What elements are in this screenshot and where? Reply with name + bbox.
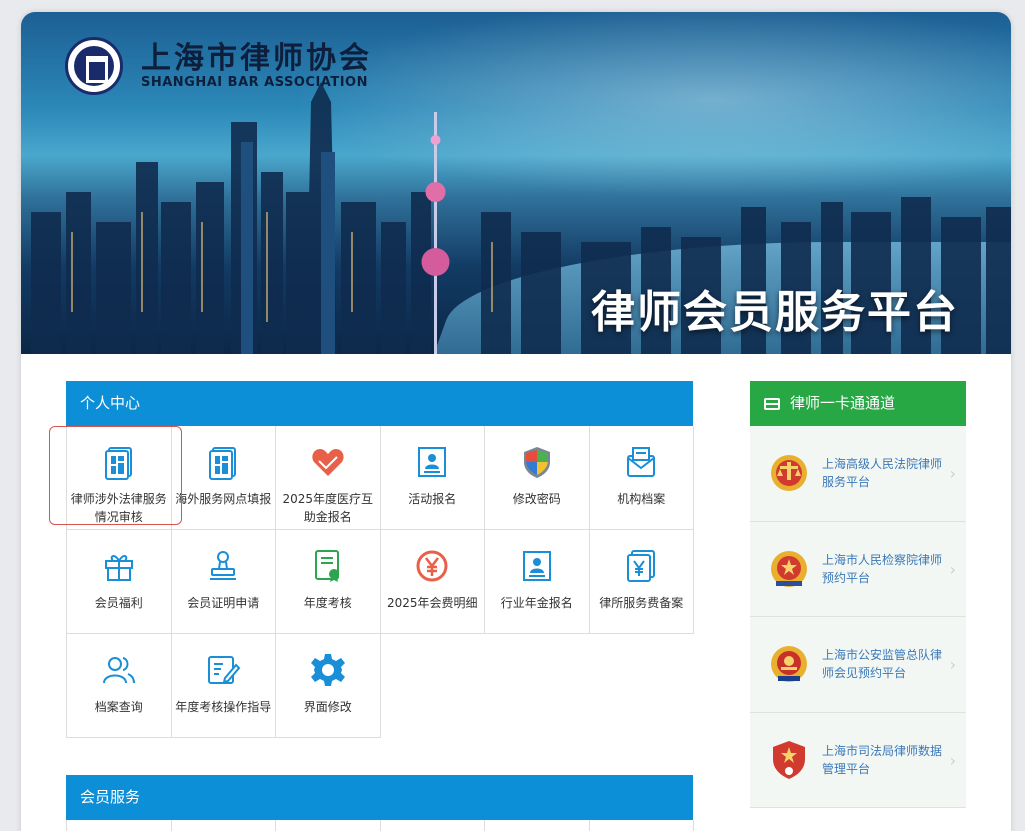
card-icon xyxy=(764,397,780,410)
lawyer-card-link[interactable]: 上海市司法局律师数据管理平台 › xyxy=(750,712,966,808)
chevron-right-icon: › xyxy=(949,655,956,675)
service-tile-label: 活动报名 xyxy=(408,492,457,506)
service-tile[interactable]: 会员证明申请 xyxy=(171,530,276,634)
service-tile[interactable]: 行业年金报名 xyxy=(485,530,590,634)
service-tile[interactable]: 2025年会费明细 xyxy=(380,530,485,634)
stamp-icon xyxy=(203,546,243,586)
bar-association-emblem-icon xyxy=(65,37,123,95)
org-name-en: SHANGHAI BAR ASSOCIATION xyxy=(141,74,368,90)
certificate-icon xyxy=(308,546,348,586)
chevron-right-icon: › xyxy=(949,559,956,579)
personal-center-section: 个人中心 律师涉外法律服务情况审核 海外服务网点填报 2025年度医疗互助金报名 活动… xyxy=(66,381,694,738)
service-tile-label: 机构档案 xyxy=(617,492,666,506)
member-services-grid xyxy=(66,820,694,831)
org-name-cn: 上海市律师协会 xyxy=(141,40,372,76)
lawyer-card-link-label: 上海市人民检察院律师预约平台 xyxy=(822,552,943,585)
service-tile[interactable]: 档案查询 xyxy=(67,634,172,738)
lawyer-card-link-label: 上海高级人民法院律师服务平台 xyxy=(822,457,943,490)
edit-note-icon xyxy=(203,650,243,690)
id-card-icon xyxy=(412,442,452,482)
service-tile-label: 2025年度医疗互助金报名 xyxy=(282,492,374,524)
service-tile-label: 行业年金报名 xyxy=(500,596,573,610)
yen-coin-icon xyxy=(412,546,452,586)
users-icon xyxy=(99,650,139,690)
procuratorate-emblem-icon xyxy=(770,549,808,589)
lawyer-card-link[interactable]: 上海市公安监管总队律师会见预约平台 › xyxy=(750,617,966,713)
lawyer-card-link[interactable]: 上海高级人民法院律师服务平台 › xyxy=(750,426,966,522)
yen-doc-icon xyxy=(621,546,661,586)
gear-icon xyxy=(308,650,348,690)
chevron-right-icon: › xyxy=(949,464,956,484)
service-tile-label: 档案查询 xyxy=(94,700,143,714)
service-tile[interactable]: 会员福利 xyxy=(67,530,172,634)
section-title-personal-center: 个人中心 xyxy=(66,381,693,426)
header-banner: 上海市律师协会 SHANGHAI BAR ASSOCIATION 律师会员服务平… xyxy=(21,12,1011,354)
lawyer-card-link-label: 上海市司法局律师数据管理平台 xyxy=(822,743,943,776)
lawyer-card-link[interactable]: 上海市人民检察院律师预约平台 › xyxy=(750,521,966,617)
service-tile[interactable]: 界面修改 xyxy=(276,634,381,738)
service-tile-label: 律师涉外法律服务情况审核 xyxy=(70,492,167,524)
personal-center-grid: 律师涉外法律服务情况审核 海外服务网点填报 2025年度医疗互助金报名 活动报名 修改密… xyxy=(66,426,694,738)
service-tile-label: 会员福利 xyxy=(94,596,143,610)
form-grid-icon xyxy=(203,442,243,482)
page: 上海市律师协会 SHANGHAI BAR ASSOCIATION 律师会员服务平… xyxy=(21,12,1011,831)
heart-hands-icon xyxy=(308,442,348,482)
lawyer-card-link-label: 上海市公安监管总队律师会见预约平台 xyxy=(822,648,943,681)
service-tile[interactable]: 年度考核 xyxy=(276,530,381,634)
service-tile-label: 2025年会费明细 xyxy=(386,596,478,610)
service-tile-label: 会员证明申请 xyxy=(187,596,260,610)
shield-icon xyxy=(517,442,557,482)
service-tile[interactable]: 律所服务费备案 xyxy=(589,530,694,634)
chevron-right-icon: › xyxy=(949,750,956,770)
court-emblem-icon xyxy=(770,453,808,493)
service-tile-label: 年度考核操作指导 xyxy=(175,700,272,714)
service-tile[interactable]: 2025年度医疗互助金报名 xyxy=(276,426,381,530)
service-tile[interactable]: 活动报名 xyxy=(380,426,485,530)
logo: 上海市律师协会 SHANGHAI BAR ASSOCIATION xyxy=(65,37,372,95)
lawyer-card-panel: 律师一卡通通道 上海高级人民法院律师服务平台 › 上海市人民检察院律师预约平台 › 上海… xyxy=(750,381,966,808)
form-grid-icon xyxy=(99,442,139,482)
justice-emblem-icon xyxy=(770,740,808,780)
service-tile-label: 修改密码 xyxy=(512,492,561,506)
service-tile-label: 海外服务网点填报 xyxy=(175,492,272,506)
platform-title: 律师会员服务平台 xyxy=(591,287,959,338)
envelope-icon xyxy=(621,442,661,482)
service-tile[interactable]: 海外服务网点填报 xyxy=(171,426,276,530)
service-tile[interactable]: 律师涉外法律服务情况审核 xyxy=(67,426,172,530)
gift-icon xyxy=(99,546,139,586)
member-services-section: 会员服务 xyxy=(66,775,694,831)
section-title-member-services: 会员服务 xyxy=(66,775,693,820)
police-emblem-icon xyxy=(770,644,808,684)
service-tile[interactable]: 修改密码 xyxy=(485,426,590,530)
service-tile-label: 律所服务费备案 xyxy=(599,596,684,610)
lawyer-card-title: 律师一卡通通道 xyxy=(790,394,896,412)
service-tile[interactable]: 机构档案 xyxy=(589,426,694,530)
service-tile-label: 界面修改 xyxy=(303,700,352,714)
service-tile-label: 年度考核 xyxy=(303,596,352,610)
lawyer-card-header: 律师一卡通通道 xyxy=(750,381,966,426)
service-tile[interactable]: 年度考核操作指导 xyxy=(171,634,276,738)
id-card-icon xyxy=(517,546,557,586)
